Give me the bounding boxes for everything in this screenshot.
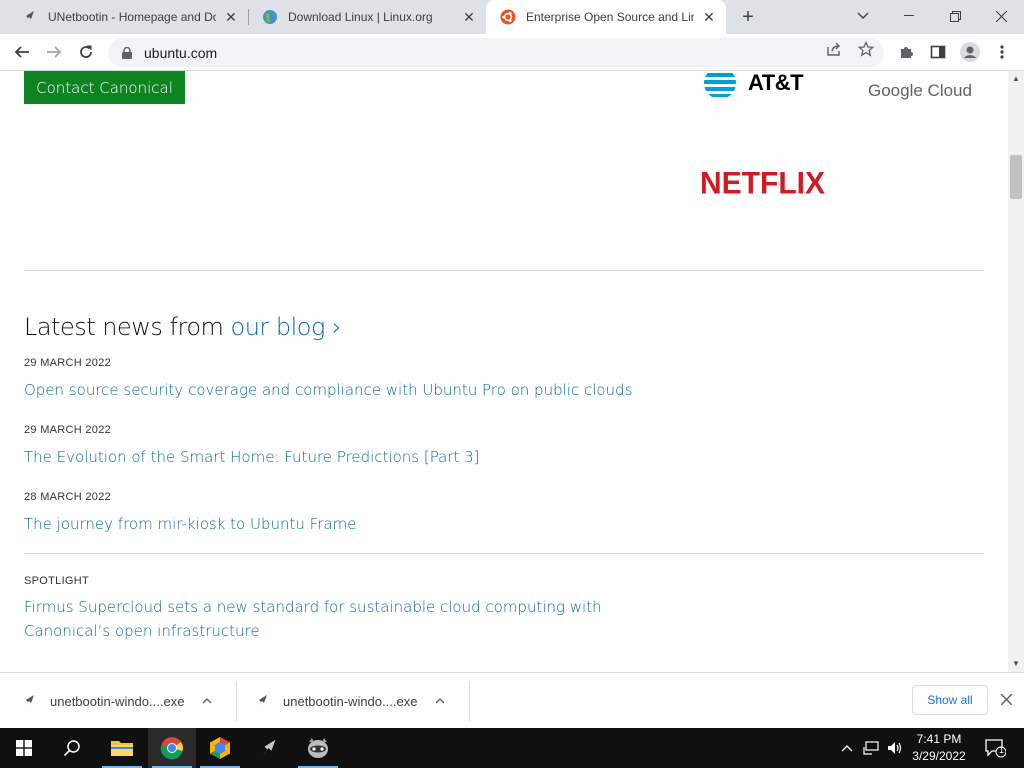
close-icon[interactable]: ✕ (458, 6, 480, 28)
spotlight-label: SPOTLIGHT (24, 575, 90, 587)
news-date: 29 MARCH 2022 (24, 357, 112, 369)
blog-heading-prefix: Latest news from (24, 313, 231, 341)
news-link[interactable]: The Evolution of the Smart Home: Future … (24, 448, 480, 466)
chevron-up-icon[interactable] (838, 728, 856, 768)
browser-toolbar: ubuntu.com (0, 34, 1024, 71)
download-item[interactable]: unetbootin-windo....exe (233, 681, 469, 721)
chrome-icon[interactable] (148, 728, 196, 768)
forward-icon[interactable] (40, 38, 68, 66)
tab-strip: UNetbootin - Homepage and Do ✕ Download … (0, 0, 1024, 34)
download-divider (469, 681, 470, 721)
extensions-puzzle-icon[interactable] (892, 38, 920, 66)
start-windows-icon[interactable] (0, 728, 48, 768)
address-bar[interactable]: ubuntu.com (108, 38, 884, 67)
system-clock[interactable]: 7:41 PM 3/29/2022 (905, 731, 973, 765)
chevron-up-icon[interactable] (435, 695, 445, 707)
unetbootin-file-icon (253, 691, 273, 711)
tab-linux-org[interactable]: Download Linux | Linux.org ✕ (248, 0, 486, 34)
tab-ubuntu[interactable]: Enterprise Open Source and Linu ✕ (486, 0, 726, 34)
show-all-button[interactable]: Show all (912, 685, 988, 715)
clock-date: 3/29/2022 (912, 749, 966, 763)
att-globe-icon (704, 73, 736, 97)
notifications-icon[interactable]: 1 (980, 728, 1010, 768)
back-icon[interactable] (8, 38, 36, 66)
chevron-up-icon[interactable] (202, 695, 212, 707)
clock-time: 7:41 PM (916, 732, 962, 746)
tab-title: Download Linux | Linux.org (288, 10, 433, 24)
app-hexagon-icon[interactable] (196, 728, 244, 768)
side-panel-icon[interactable] (924, 38, 952, 66)
tab-title: Enterprise Open Source and Linu (526, 10, 694, 24)
file-explorer-folder-icon[interactable] (98, 728, 146, 768)
tab-search-icon[interactable] (840, 0, 886, 32)
url-text: ubuntu.com (144, 44, 218, 61)
netflix-logo: NETFLIX (700, 166, 825, 201)
download-filename: unetbootin-windo....exe (283, 693, 418, 709)
tab-unetbootin[interactable]: UNetbootin - Homepage and Do ✕ (8, 0, 248, 34)
window-close-icon[interactable] (978, 0, 1024, 32)
page-scrollbar[interactable]: ▲ ▼ (1008, 71, 1024, 672)
att-wordmark: AT&T (748, 71, 804, 95)
news-link[interactable]: Open source security coverage and compli… (24, 381, 632, 399)
our-blog-link[interactable]: our blog › (231, 313, 342, 341)
lock-icon[interactable] (120, 46, 134, 60)
news-date: 29 MARCH 2022 (24, 424, 112, 436)
network-icon[interactable] (860, 728, 882, 768)
windows-taskbar: 7:41 PM 3/29/2022 1 (0, 728, 1024, 768)
unetbootin-icon (22, 9, 38, 25)
close-icon[interactable] (996, 689, 1016, 709)
google-cloud-logo: Google Cloud (868, 81, 972, 100)
profile-avatar-icon[interactable] (956, 38, 984, 66)
raccoon-app-icon[interactable] (294, 728, 342, 768)
kebab-menu-icon[interactable] (988, 38, 1016, 66)
news-link[interactable]: The journey from mir-kiosk to Ubuntu Fra… (24, 515, 356, 533)
restore-icon[interactable] (932, 0, 978, 32)
scroll-up-arrow-icon[interactable]: ▲ (1008, 71, 1024, 85)
section-divider (24, 553, 984, 554)
volume-icon[interactable] (884, 728, 906, 768)
unetbootin-file-icon (20, 691, 40, 711)
section-divider (24, 270, 984, 271)
minimize-icon[interactable] (886, 0, 932, 32)
download-shelf: unetbootin-windo....exe unetbootin-windo… (0, 672, 1024, 728)
share-icon[interactable] (826, 41, 842, 57)
close-icon[interactable]: ✕ (220, 6, 242, 28)
bookmark-star-icon[interactable] (858, 41, 874, 57)
page-viewport: Contact Canonical AT&T Google Cloud NETF… (0, 71, 1008, 672)
reload-icon[interactable] (72, 38, 100, 66)
att-logo: AT&T (698, 71, 804, 101)
scrollbar-thumb[interactable] (1010, 155, 1022, 199)
scroll-down-arrow-icon[interactable]: ▼ (1008, 656, 1024, 670)
close-icon[interactable]: ✕ (698, 6, 720, 28)
contact-canonical-button[interactable]: Contact Canonical (24, 71, 185, 104)
ubuntu-icon (500, 9, 516, 25)
spotlight-link[interactable]: Firmus Supercloud sets a new standard fo… (24, 595, 684, 643)
news-date: 28 MARCH 2022 (24, 491, 112, 503)
unetbootin-taskbar-icon[interactable] (246, 728, 294, 768)
download-item[interactable]: unetbootin-windo....exe (0, 681, 236, 721)
notification-count-badge: 1 (999, 745, 1005, 755)
new-tab-button[interactable]: + (736, 5, 760, 29)
search-icon[interactable] (48, 728, 96, 768)
blog-heading: Latest news from our blog › (24, 313, 342, 341)
tab-title: UNetbootin - Homepage and Do (48, 10, 216, 24)
globe-icon (262, 9, 278, 25)
download-filename: unetbootin-windo....exe (50, 693, 185, 709)
